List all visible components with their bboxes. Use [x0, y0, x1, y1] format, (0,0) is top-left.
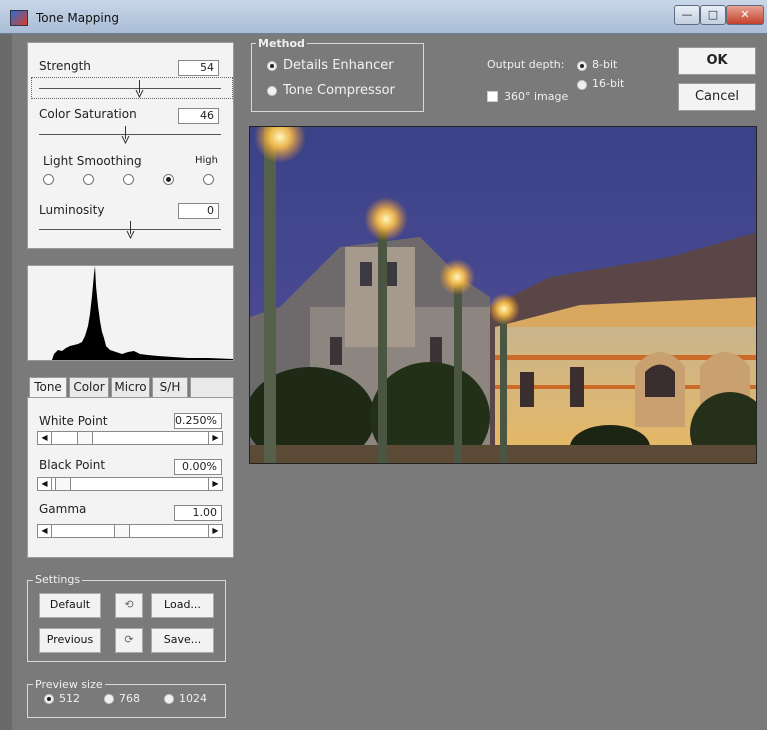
- color-saturation-slider[interactable]: [121, 126, 130, 144]
- white-point-scrollbar[interactable]: ◀ ▶: [37, 431, 223, 445]
- scroll-left-icon[interactable]: ◀: [38, 525, 52, 537]
- preview-1024-radio[interactable]: [164, 694, 174, 704]
- close-button[interactable]: ✕: [726, 5, 764, 25]
- gamma-value[interactable]: 1.00: [174, 505, 222, 521]
- light-smoothing-high-label: High: [195, 155, 218, 166]
- light-smoothing-radio-1[interactable]: [43, 174, 54, 185]
- tone-tabs-container: Tone Color Micro S/H White Point 0.250% …: [27, 377, 234, 558]
- strength-label: Strength: [39, 59, 91, 73]
- default-button[interactable]: Default: [39, 593, 101, 618]
- scroll-right-icon[interactable]: ▶: [208, 432, 222, 444]
- light-smoothing-radio-4[interactable]: [163, 174, 174, 185]
- adjust-panel: Strength 54 Color Saturation 46 Light Sm…: [27, 42, 234, 249]
- ok-button[interactable]: OK: [678, 47, 756, 75]
- details-enhancer-radio[interactable]: [267, 61, 277, 71]
- tone-compressor-radio[interactable]: [267, 86, 277, 96]
- depth-16bit-label: 16-bit: [592, 77, 625, 90]
- save-button[interactable]: Save...: [151, 628, 214, 653]
- strength-track: [39, 88, 221, 89]
- image-360-label: 360° image: [504, 90, 569, 103]
- gamma-thumb[interactable]: [114, 525, 131, 537]
- black-point-thumb[interactable]: [55, 478, 72, 490]
- luminosity-value[interactable]: 0: [178, 203, 219, 219]
- depth-8bit-radio[interactable]: [577, 61, 587, 71]
- load-button[interactable]: Load...: [151, 593, 214, 618]
- color-saturation-label: Color Saturation: [39, 107, 137, 121]
- black-point-label: Black Point: [39, 458, 106, 472]
- method-label: Method: [256, 37, 307, 50]
- white-point-label: White Point: [39, 414, 108, 428]
- light-smoothing-radio-2[interactable]: [83, 174, 94, 185]
- white-point-thumb[interactable]: [76, 432, 93, 444]
- gamma-scrollbar[interactable]: ◀ ▶: [37, 524, 223, 538]
- strength-slider[interactable]: [135, 80, 144, 98]
- depth-8bit-label: 8-bit: [592, 58, 618, 71]
- preview-768-label: 768: [119, 692, 140, 705]
- redo-icon[interactable]: ⟳: [115, 628, 143, 653]
- scroll-right-icon[interactable]: ▶: [208, 525, 222, 537]
- white-point-value[interactable]: 0.250%: [174, 413, 222, 429]
- light-smoothing-radio-5[interactable]: [203, 174, 214, 185]
- tab-sh[interactable]: S/H: [152, 377, 188, 397]
- tab-tone[interactable]: Tone: [29, 377, 67, 398]
- histogram-graph: [52, 266, 233, 360]
- tab-spacer: [190, 377, 234, 397]
- image-360-checkbox[interactable]: [487, 91, 498, 102]
- app-icon: [10, 10, 28, 26]
- strength-value[interactable]: 54: [178, 60, 219, 76]
- scroll-left-icon[interactable]: ◀: [38, 478, 52, 490]
- black-point-scrollbar[interactable]: ◀ ▶: [37, 477, 223, 491]
- histogram-panel: [27, 265, 234, 361]
- preview-1024-label: 1024: [179, 692, 207, 705]
- tab-color[interactable]: Color: [69, 377, 109, 397]
- color-saturation-track: [39, 134, 221, 135]
- gamma-label: Gamma: [39, 502, 87, 516]
- cancel-button[interactable]: Cancel: [678, 83, 756, 111]
- details-enhancer-label: Details Enhancer: [283, 58, 394, 73]
- undo-icon[interactable]: ⟲: [115, 593, 143, 618]
- previous-button[interactable]: Previous: [39, 628, 101, 653]
- light-smoothing-radio-3[interactable]: [123, 174, 134, 185]
- light-smoothing-radios: [28, 174, 235, 188]
- scroll-right-icon[interactable]: ▶: [208, 478, 222, 490]
- output-depth-label: Output depth:: [487, 58, 565, 71]
- tone-compressor-label: Tone Compressor: [283, 83, 395, 98]
- preview-image[interactable]: [249, 126, 757, 464]
- depth-16bit-radio[interactable]: [577, 80, 587, 90]
- preview-512-label: 512: [59, 692, 80, 705]
- preview-512-radio[interactable]: [44, 694, 54, 704]
- window-edge: [0, 34, 12, 730]
- luminosity-label: Luminosity: [39, 203, 105, 217]
- minimize-button[interactable]: —: [674, 5, 700, 25]
- color-saturation-value[interactable]: 46: [178, 108, 219, 124]
- method-group: [251, 43, 424, 112]
- preview-768-radio[interactable]: [104, 694, 114, 704]
- title-bar[interactable]: Tone Mapping — □ ✕: [0, 0, 767, 34]
- preview-size-label: Preview size: [33, 678, 105, 691]
- black-point-value[interactable]: 0.00%: [174, 459, 222, 475]
- maximize-button[interactable]: □: [700, 5, 726, 25]
- scroll-left-icon[interactable]: ◀: [38, 432, 52, 444]
- settings-label: Settings: [33, 573, 83, 586]
- light-smoothing-label: Light Smoothing: [43, 154, 142, 168]
- tone-tab-panel: White Point 0.250% ◀ ▶ Black Point 0.00%…: [27, 397, 234, 558]
- luminosity-slider[interactable]: [126, 221, 135, 239]
- tab-micro[interactable]: Micro: [111, 377, 150, 397]
- window-title: Tone Mapping: [36, 11, 119, 25]
